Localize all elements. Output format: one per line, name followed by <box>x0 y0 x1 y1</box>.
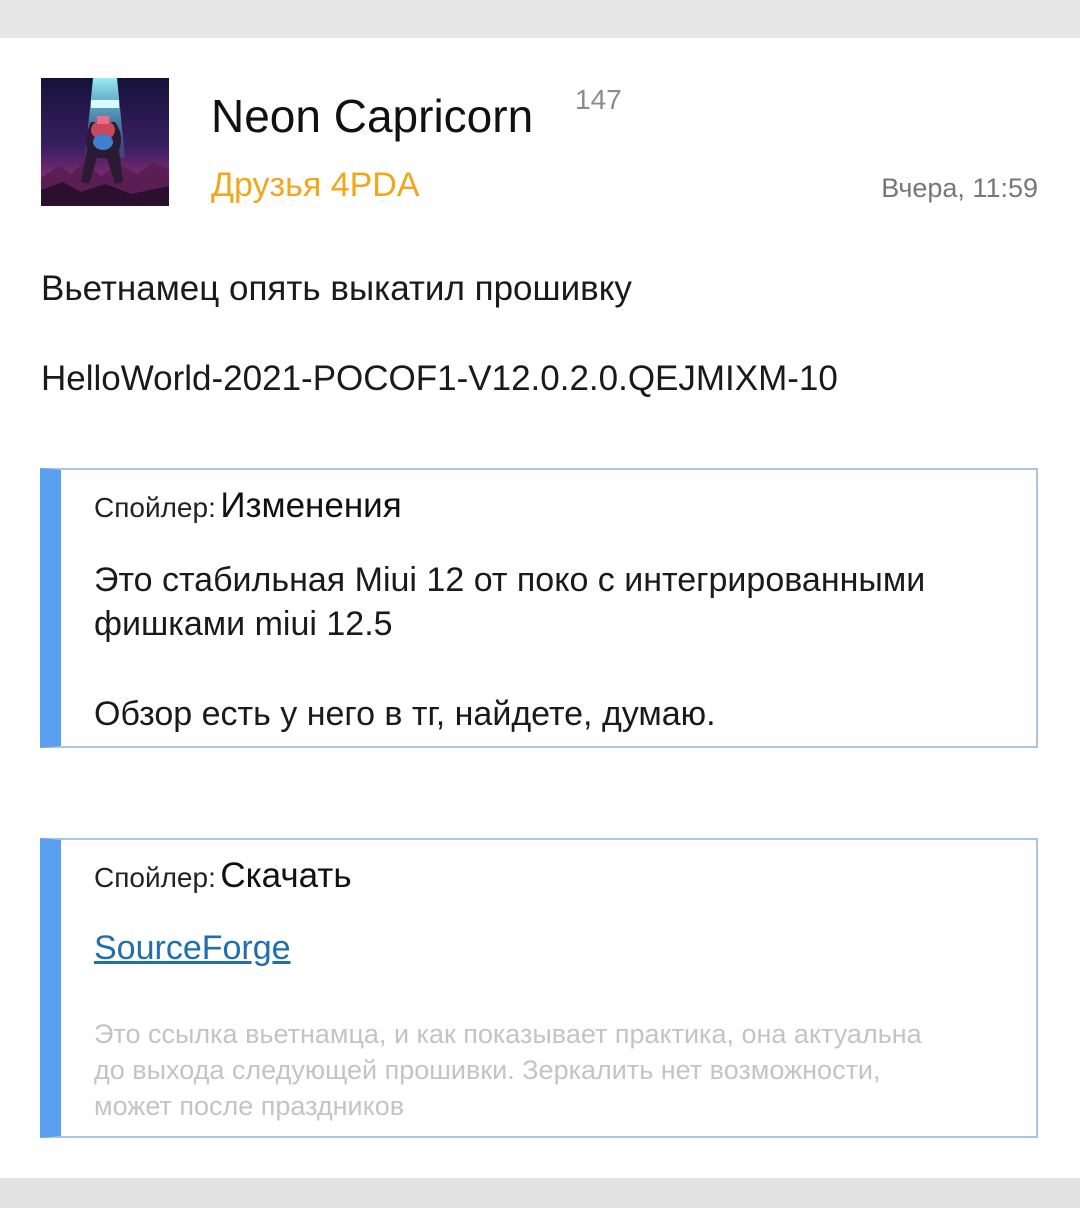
bottom-divider <box>0 1178 1080 1208</box>
spoiler-text: фишками miui 12.5 <box>94 605 393 643</box>
sourceforge-link[interactable]: SourceForge <box>94 926 291 970</box>
post-timestamp: Вчера, 11:59 <box>881 173 1038 203</box>
author-name[interactable]: Neon Capricorn <box>211 88 533 144</box>
post-text-line: Вьетнамец опять выкатил прошивку <box>41 269 632 308</box>
spoiler-text: Это стабильная Miui 12 от поко с интегри… <box>94 561 926 599</box>
user-avatar[interactable] <box>41 78 169 206</box>
spoiler-label: Спойлер: <box>94 862 216 893</box>
spoiler-label: Спойлер: <box>94 492 216 523</box>
post-card: Neon Capricorn 147 Друзья 4PDA Вчера, 11… <box>0 38 1080 1178</box>
spoiler-note: может после праздников <box>94 1091 405 1121</box>
spoiler-changes[interactable]: Спойлер: Изменения Это стабильная Miui 1… <box>40 468 1038 748</box>
top-divider <box>0 0 1080 38</box>
spoiler-title: Скачать <box>220 856 352 895</box>
spoiler-header[interactable]: Спойлер: Изменения <box>94 484 402 535</box>
spoiler-text: Обзор есть у него в тг, найдете, думаю. <box>94 695 716 733</box>
avatar-image <box>41 78 169 206</box>
user-group: Друзья 4PDA <box>211 166 420 204</box>
post-text-line: HelloWorld-2021-POCOF1-V12.0.2.0.QEJMIXM… <box>41 359 838 398</box>
spoiler-title: Изменения <box>220 486 402 525</box>
spoiler-download[interactable]: Спойлер: Скачать SourceForge Это ссылка … <box>40 838 1038 1138</box>
spoiler-note: Это ссылка вьетнамца, и как показывает п… <box>94 1019 922 1049</box>
reputation-count[interactable]: 147 <box>575 84 622 116</box>
spoiler-header[interactable]: Спойлер: Скачать <box>94 854 352 905</box>
spoiler-note: до выхода следующей прошивки. Зеркалить … <box>94 1055 881 1085</box>
